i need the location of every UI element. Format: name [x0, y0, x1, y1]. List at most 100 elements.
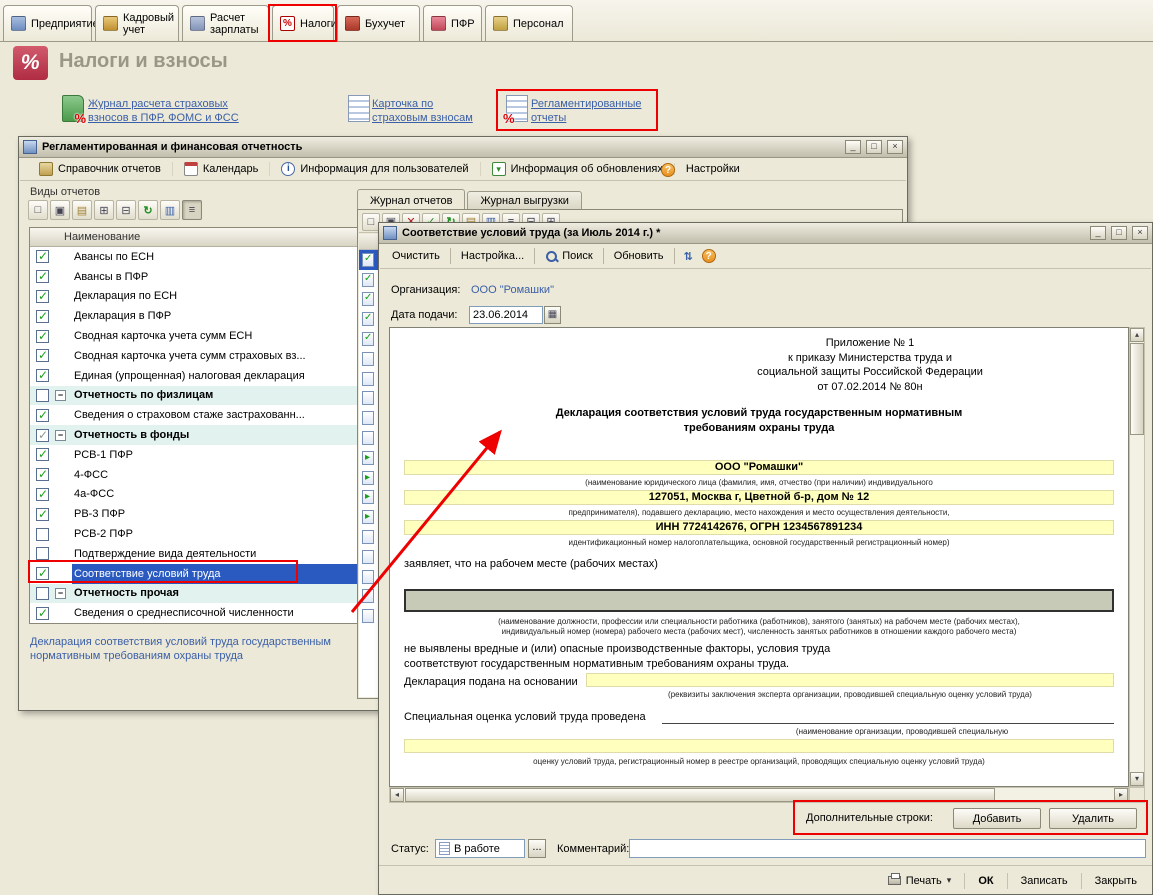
collapse-icon[interactable]: − [55, 430, 66, 441]
calendar-icon[interactable]: ▦ [544, 306, 561, 324]
collapse-icon[interactable]: − [55, 390, 66, 401]
sort-updown-icon[interactable]: ⇅ [681, 250, 696, 263]
report-type-checkbox[interactable] [36, 607, 49, 620]
status-combo[interactable]: В работе [435, 839, 525, 858]
expand-all-icon[interactable] [94, 200, 114, 220]
report-type-row[interactable]: − Сведения о среднесписочной численности [30, 603, 359, 623]
close-button[interactable]: × [887, 140, 903, 154]
scroll-down-icon[interactable]: ▾ [1130, 772, 1144, 786]
report-type-checkbox[interactable] [36, 349, 49, 362]
report-type-row[interactable]: − Единая (упрощенная) налоговая декларац… [30, 366, 359, 386]
save-button[interactable]: Записать [1016, 872, 1073, 890]
report-type-checkbox[interactable] [36, 369, 49, 382]
menu-item[interactable]: Справочник отчетов [28, 162, 172, 176]
folder-icon[interactable] [72, 200, 92, 220]
close-button[interactable]: × [1132, 226, 1148, 240]
based-on-field[interactable] [586, 673, 1114, 687]
report-type-row[interactable]: − 4а-ФСС [30, 485, 359, 505]
settings-button[interactable]: Настройка... [457, 248, 528, 264]
comment-input[interactable] [629, 839, 1146, 858]
menu-item[interactable]: Информация для пользователей [269, 162, 479, 176]
report-type-checkbox[interactable] [36, 488, 49, 501]
horizontal-scroll-thumb[interactable] [405, 788, 995, 802]
report-type-row[interactable]: − Сводная карточка учета сумм ЕСН [30, 326, 359, 346]
report-type-checkbox[interactable] [36, 389, 49, 402]
collapse-icon[interactable]: − [55, 588, 66, 599]
report-type-checkbox[interactable] [36, 310, 49, 323]
link-insurance-journal[interactable]: Журнал расчета страховых взносов в ПФР, … [88, 97, 239, 125]
report-type-row[interactable]: − РСВ-2 ПФР [30, 524, 359, 544]
report-type-row[interactable]: − Декларация в ПФР [30, 306, 359, 326]
vertical-scrollbar[interactable]: ▴ ▾ [1129, 327, 1145, 787]
address-field[interactable]: 127051, Москва г, Цветной б-р, дом № 12 [404, 490, 1114, 505]
report-type-row[interactable]: − Соответствие условий труда [30, 564, 359, 584]
refresh-button[interactable]: Обновить [610, 248, 668, 264]
report-type-checkbox[interactable] [36, 270, 49, 283]
report-type-row[interactable]: − Сведения о страховом стаже застрахован… [30, 405, 359, 425]
chart-icon[interactable] [160, 200, 180, 220]
report-type-row[interactable]: − Отчетность прочая [30, 584, 359, 604]
print-button[interactable]: Печать ▾ [883, 872, 957, 890]
scroll-left-icon[interactable]: ◂ [390, 788, 404, 802]
report-type-row[interactable]: − РСВ-1 ПФР [30, 445, 359, 465]
status-more-button[interactable]: ... [528, 839, 546, 858]
report-type-row[interactable]: − Сводная карточка учета сумм страховых … [30, 346, 359, 366]
scroll-up-icon[interactable]: ▴ [1130, 328, 1144, 342]
report-type-checkbox[interactable] [36, 508, 49, 521]
report-type-row[interactable]: − РВ-3 ПФР [30, 504, 359, 524]
report-type-row[interactable]: − Декларация по ЕСН [30, 287, 359, 307]
report-type-checkbox[interactable] [36, 547, 49, 560]
report-type-row[interactable]: − Подтверждение вида деятельности [30, 544, 359, 564]
inn-ogrn-field[interactable]: ИНН 7724142676, ОГРН 1234567891234 [404, 520, 1114, 535]
new-icon[interactable] [28, 200, 48, 220]
app-tab[interactable]: Расчет зарплаты [182, 5, 269, 41]
app-tab[interactable]: Кадровый учет [95, 5, 179, 41]
menu-item[interactable]: Информация об обновлениях [480, 162, 674, 176]
help-icon[interactable]: ? [702, 249, 716, 263]
add-row-button[interactable]: Добавить [953, 808, 1041, 829]
link-regulated-reports[interactable]: Регламентированные отчеты [531, 97, 641, 125]
app-tab[interactable]: ПФР [423, 5, 482, 41]
journal-tab[interactable]: Журнал выгрузки [467, 191, 581, 209]
scroll-right-icon[interactable]: ▸ [1114, 788, 1128, 802]
help-icon[interactable]: ? [661, 163, 675, 177]
horizontal-scrollbar[interactable]: ◂ ▸ [389, 787, 1129, 803]
report-type-checkbox[interactable] [36, 330, 49, 343]
report-type-row[interactable]: − Отчетность в фонды [30, 425, 359, 445]
assessment-org-field[interactable] [404, 739, 1114, 753]
clear-button[interactable]: Очистить [388, 248, 444, 264]
report-type-checkbox[interactable] [36, 567, 49, 580]
org-name-field[interactable]: ООО "Ромашки" [404, 460, 1114, 475]
app-tab[interactable]: Налоги [272, 5, 334, 41]
filing-date-input[interactable] [469, 306, 543, 324]
report-type-row[interactable]: − Авансы по ЕСН [30, 247, 359, 267]
report-type-checkbox[interactable] [36, 587, 49, 600]
report-type-checkbox[interactable] [36, 429, 49, 442]
report-type-checkbox[interactable] [36, 409, 49, 422]
organization-value[interactable]: ООО "Ромашки" [471, 284, 554, 296]
ok-button[interactable]: ОК [973, 872, 998, 890]
menu-item[interactable]: Календарь [172, 162, 270, 176]
column-header-name[interactable]: Наименование [30, 228, 359, 247]
maximize-button[interactable]: □ [1111, 226, 1127, 240]
report-type-row[interactable]: − 4-ФСС [30, 465, 359, 485]
report-type-checkbox[interactable] [36, 448, 49, 461]
vertical-scroll-thumb[interactable] [1130, 343, 1144, 435]
journal-tab[interactable]: Журнал отчетов [357, 189, 465, 209]
app-tab[interactable]: Персонал [485, 5, 573, 41]
close-form-button[interactable]: Закрыть [1090, 872, 1142, 890]
minimize-button[interactable]: _ [845, 140, 861, 154]
app-tab[interactable]: Предприятие [3, 5, 92, 41]
workplace-input[interactable] [404, 589, 1114, 612]
delete-row-button[interactable]: Удалить [1049, 808, 1137, 829]
report-type-checkbox[interactable] [36, 528, 49, 541]
structure-icon[interactable] [182, 200, 202, 220]
report-type-checkbox[interactable] [36, 250, 49, 263]
search-button[interactable]: Поиск [541, 248, 596, 265]
link-insurance-card[interactable]: Карточка по страховым взносам [372, 97, 473, 125]
app-tab[interactable]: Бухучет [337, 5, 420, 41]
refresh-icon[interactable] [138, 200, 158, 220]
report-type-row[interactable]: − Авансы в ПФР [30, 267, 359, 287]
report-type-checkbox[interactable] [36, 290, 49, 303]
minimize-button[interactable]: _ [1090, 226, 1106, 240]
